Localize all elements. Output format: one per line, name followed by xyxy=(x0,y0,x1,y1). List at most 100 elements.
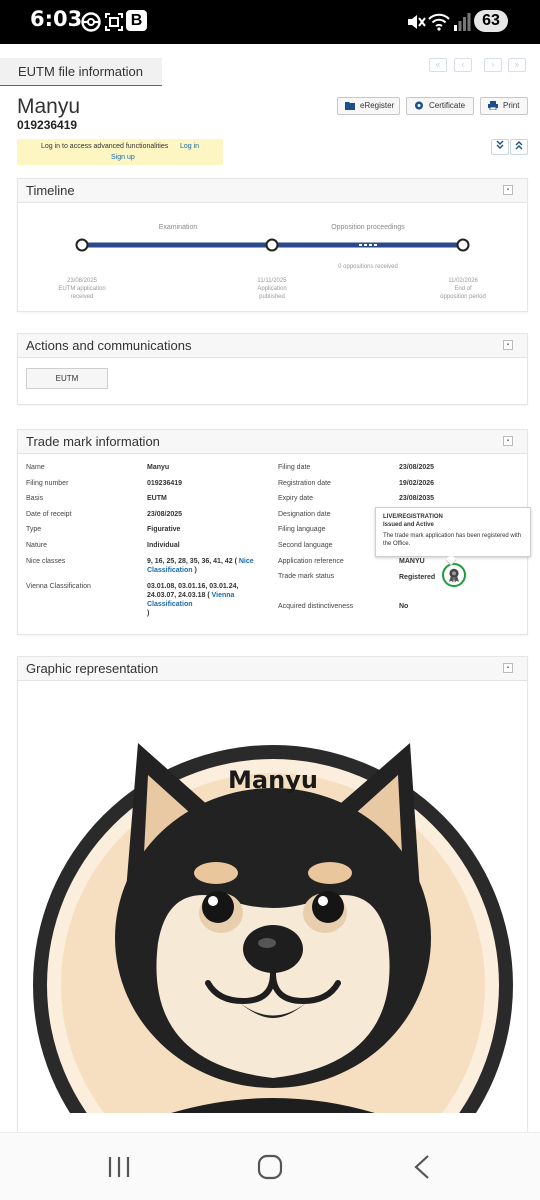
filing-number-label: Filing number xyxy=(26,480,69,487)
signup-link[interactable]: Sign up xyxy=(111,154,135,161)
actions-panel: Actions and communications ▪ EUTM xyxy=(17,333,528,405)
timeline-title: Timeline xyxy=(26,183,75,198)
nature-value: Individual xyxy=(147,542,180,549)
application-reference-label: Application reference xyxy=(278,558,344,565)
nice-classes-label: Nice classes xyxy=(26,558,66,565)
clock: 6:03 xyxy=(30,7,83,31)
first-page-button[interactable]: « xyxy=(429,58,447,72)
milestone-received: 23/08/2025 EUTM application received xyxy=(42,277,122,301)
oppositions-count: 0 oppositions received xyxy=(338,264,398,270)
expand-all-button[interactable] xyxy=(491,139,509,155)
battery-icon: 63 xyxy=(474,10,508,32)
signal-icon xyxy=(454,13,471,31)
milestone-line: EUTM application xyxy=(58,286,106,292)
collapse-all-button[interactable] xyxy=(510,139,528,155)
designation-date-label: Designation date xyxy=(278,511,331,518)
login-notice-text: Log in to access advanced functionalitie… xyxy=(41,143,169,150)
prev-page-button[interactable]: ‹ xyxy=(454,58,472,72)
navigation-bar xyxy=(0,1132,540,1200)
timeline-panel: Timeline ▪ Examination Opposition procee… xyxy=(17,178,528,312)
shiba-logo-image: Manyu xyxy=(33,743,513,1113)
login-link[interactable]: Log in xyxy=(180,143,199,150)
milestone-line: End of xyxy=(454,286,472,292)
page: EUTM file information « ‹ › » Manyu 0192… xyxy=(0,44,540,1132)
name-value: Manyu xyxy=(147,464,170,471)
home-icon[interactable] xyxy=(256,1153,284,1181)
vienna-codes-line1: 03.01.08, 03.01.16, 03.01.24, xyxy=(147,583,239,590)
type-value: Figurative xyxy=(147,526,181,533)
second-language-label: Second language xyxy=(278,542,333,549)
folder-icon xyxy=(345,102,355,110)
next-page-button[interactable]: › xyxy=(484,58,502,72)
recent-apps-icon[interactable] xyxy=(105,1155,133,1179)
expiry-date-label: Expiry date xyxy=(278,495,314,502)
registered-status-icon[interactable] xyxy=(442,563,466,587)
collapse-icon[interactable]: ▪ xyxy=(503,663,513,673)
collapse-icon[interactable]: ▪ xyxy=(503,185,513,195)
collapse-icon[interactable]: ▪ xyxy=(503,340,513,350)
milestone-line: received xyxy=(70,294,94,300)
mute-icon xyxy=(408,15,426,29)
logo-text: Manyu xyxy=(228,766,318,794)
milestone-date: 11/02/2026 xyxy=(448,278,478,284)
milestone-opposition-end: 11/02/2026 End of opposition period xyxy=(423,277,503,301)
back-icon[interactable] xyxy=(410,1153,434,1181)
stage-opposition-label: Opposition proceedings xyxy=(331,224,405,231)
basis-label: Basis xyxy=(26,495,44,502)
trademark-info-header: Trade mark information ▪ xyxy=(18,430,527,454)
collapse-icon[interactable]: ▪ xyxy=(503,436,513,446)
graphic-header: Graphic representation ▪ xyxy=(18,657,527,681)
double-chevron-up-icon xyxy=(515,141,523,150)
filing-date-label: Filing date xyxy=(278,464,311,471)
receipt-date-label: Date of receipt xyxy=(26,511,72,518)
tooltip-body: The trade mark application has been regi… xyxy=(383,533,522,547)
stage-examination-label: Examination xyxy=(158,224,198,231)
milestone-date: 23/08/2025 xyxy=(66,278,98,284)
certificate-label: Certificate xyxy=(429,101,466,110)
double-chevron-down-icon xyxy=(496,140,504,149)
nice-classes-value: 9, 16, 25, 28, 35, 36, 41, 42 ( Nice Cla… xyxy=(147,558,254,574)
eregister-button[interactable]: eRegister xyxy=(337,97,400,115)
filing-number-value: 019236419 xyxy=(147,480,183,487)
trademark-image: Manyu xyxy=(18,683,529,1113)
timeline-header: Timeline ▪ xyxy=(18,179,527,203)
nature-label: Nature xyxy=(26,542,48,549)
milestone-line: published xyxy=(259,294,285,300)
eutm-button[interactable]: EUTM xyxy=(26,368,108,389)
registration-date-label: Registration date xyxy=(278,480,331,487)
page-title: Manyu xyxy=(17,95,81,118)
tab-eutm-file-information[interactable]: EUTM file information xyxy=(0,58,162,86)
name-label: Name xyxy=(26,464,45,471)
last-page-button[interactable]: » xyxy=(508,58,526,72)
trademark-status-label: Trade mark status xyxy=(278,573,335,580)
print-label: Print xyxy=(503,101,520,110)
print-button[interactable]: Print xyxy=(480,97,528,115)
trademark-status-value: Registered xyxy=(399,574,436,581)
print-icon xyxy=(488,101,498,110)
milestone-date: 11/11/2025 xyxy=(257,278,287,284)
timeline-track xyxy=(75,238,470,252)
milestone-line: opposition period xyxy=(440,294,486,300)
receipt-date-value: 23/08/2025 xyxy=(147,511,183,518)
vienna-value: 03.01.08, 03.01.16, 03.01.24, 24.03.07, … xyxy=(147,582,277,618)
actions-header: Actions and communications ▪ xyxy=(18,334,527,358)
type-label: Type xyxy=(26,526,42,533)
graphic-panel: Graphic representation ▪ Manyu xyxy=(17,656,528,1132)
certificate-button[interactable]: Certificate xyxy=(406,97,474,115)
vienna-codes-line2: 24.03.07, 24.03.18 xyxy=(147,592,206,599)
tooltip-title: LIVE/REGISTRATION xyxy=(383,514,443,520)
pokeball-icon xyxy=(81,12,101,32)
milestone-published: 11/11/2025 Application published xyxy=(232,277,312,301)
login-notice: Log in to access advanced functionalitie… xyxy=(17,139,223,165)
wifi-icon xyxy=(428,13,450,31)
filing-language-label: Filing language xyxy=(278,526,326,533)
screenshot-icon xyxy=(105,13,123,31)
application-reference-value: MANYU xyxy=(399,558,425,565)
basis-value: EUTM xyxy=(147,495,167,502)
vienna-label: Vienna Classification xyxy=(26,583,91,590)
graphic-title: Graphic representation xyxy=(26,661,159,676)
status-tooltip: LIVE/REGISTRATION Issued and Active The … xyxy=(375,507,531,557)
expiry-date-value: 23/08/2035 xyxy=(399,495,435,502)
status-bar: 6:03 B 63 xyxy=(0,0,540,44)
milestone-line: Application xyxy=(257,286,287,292)
